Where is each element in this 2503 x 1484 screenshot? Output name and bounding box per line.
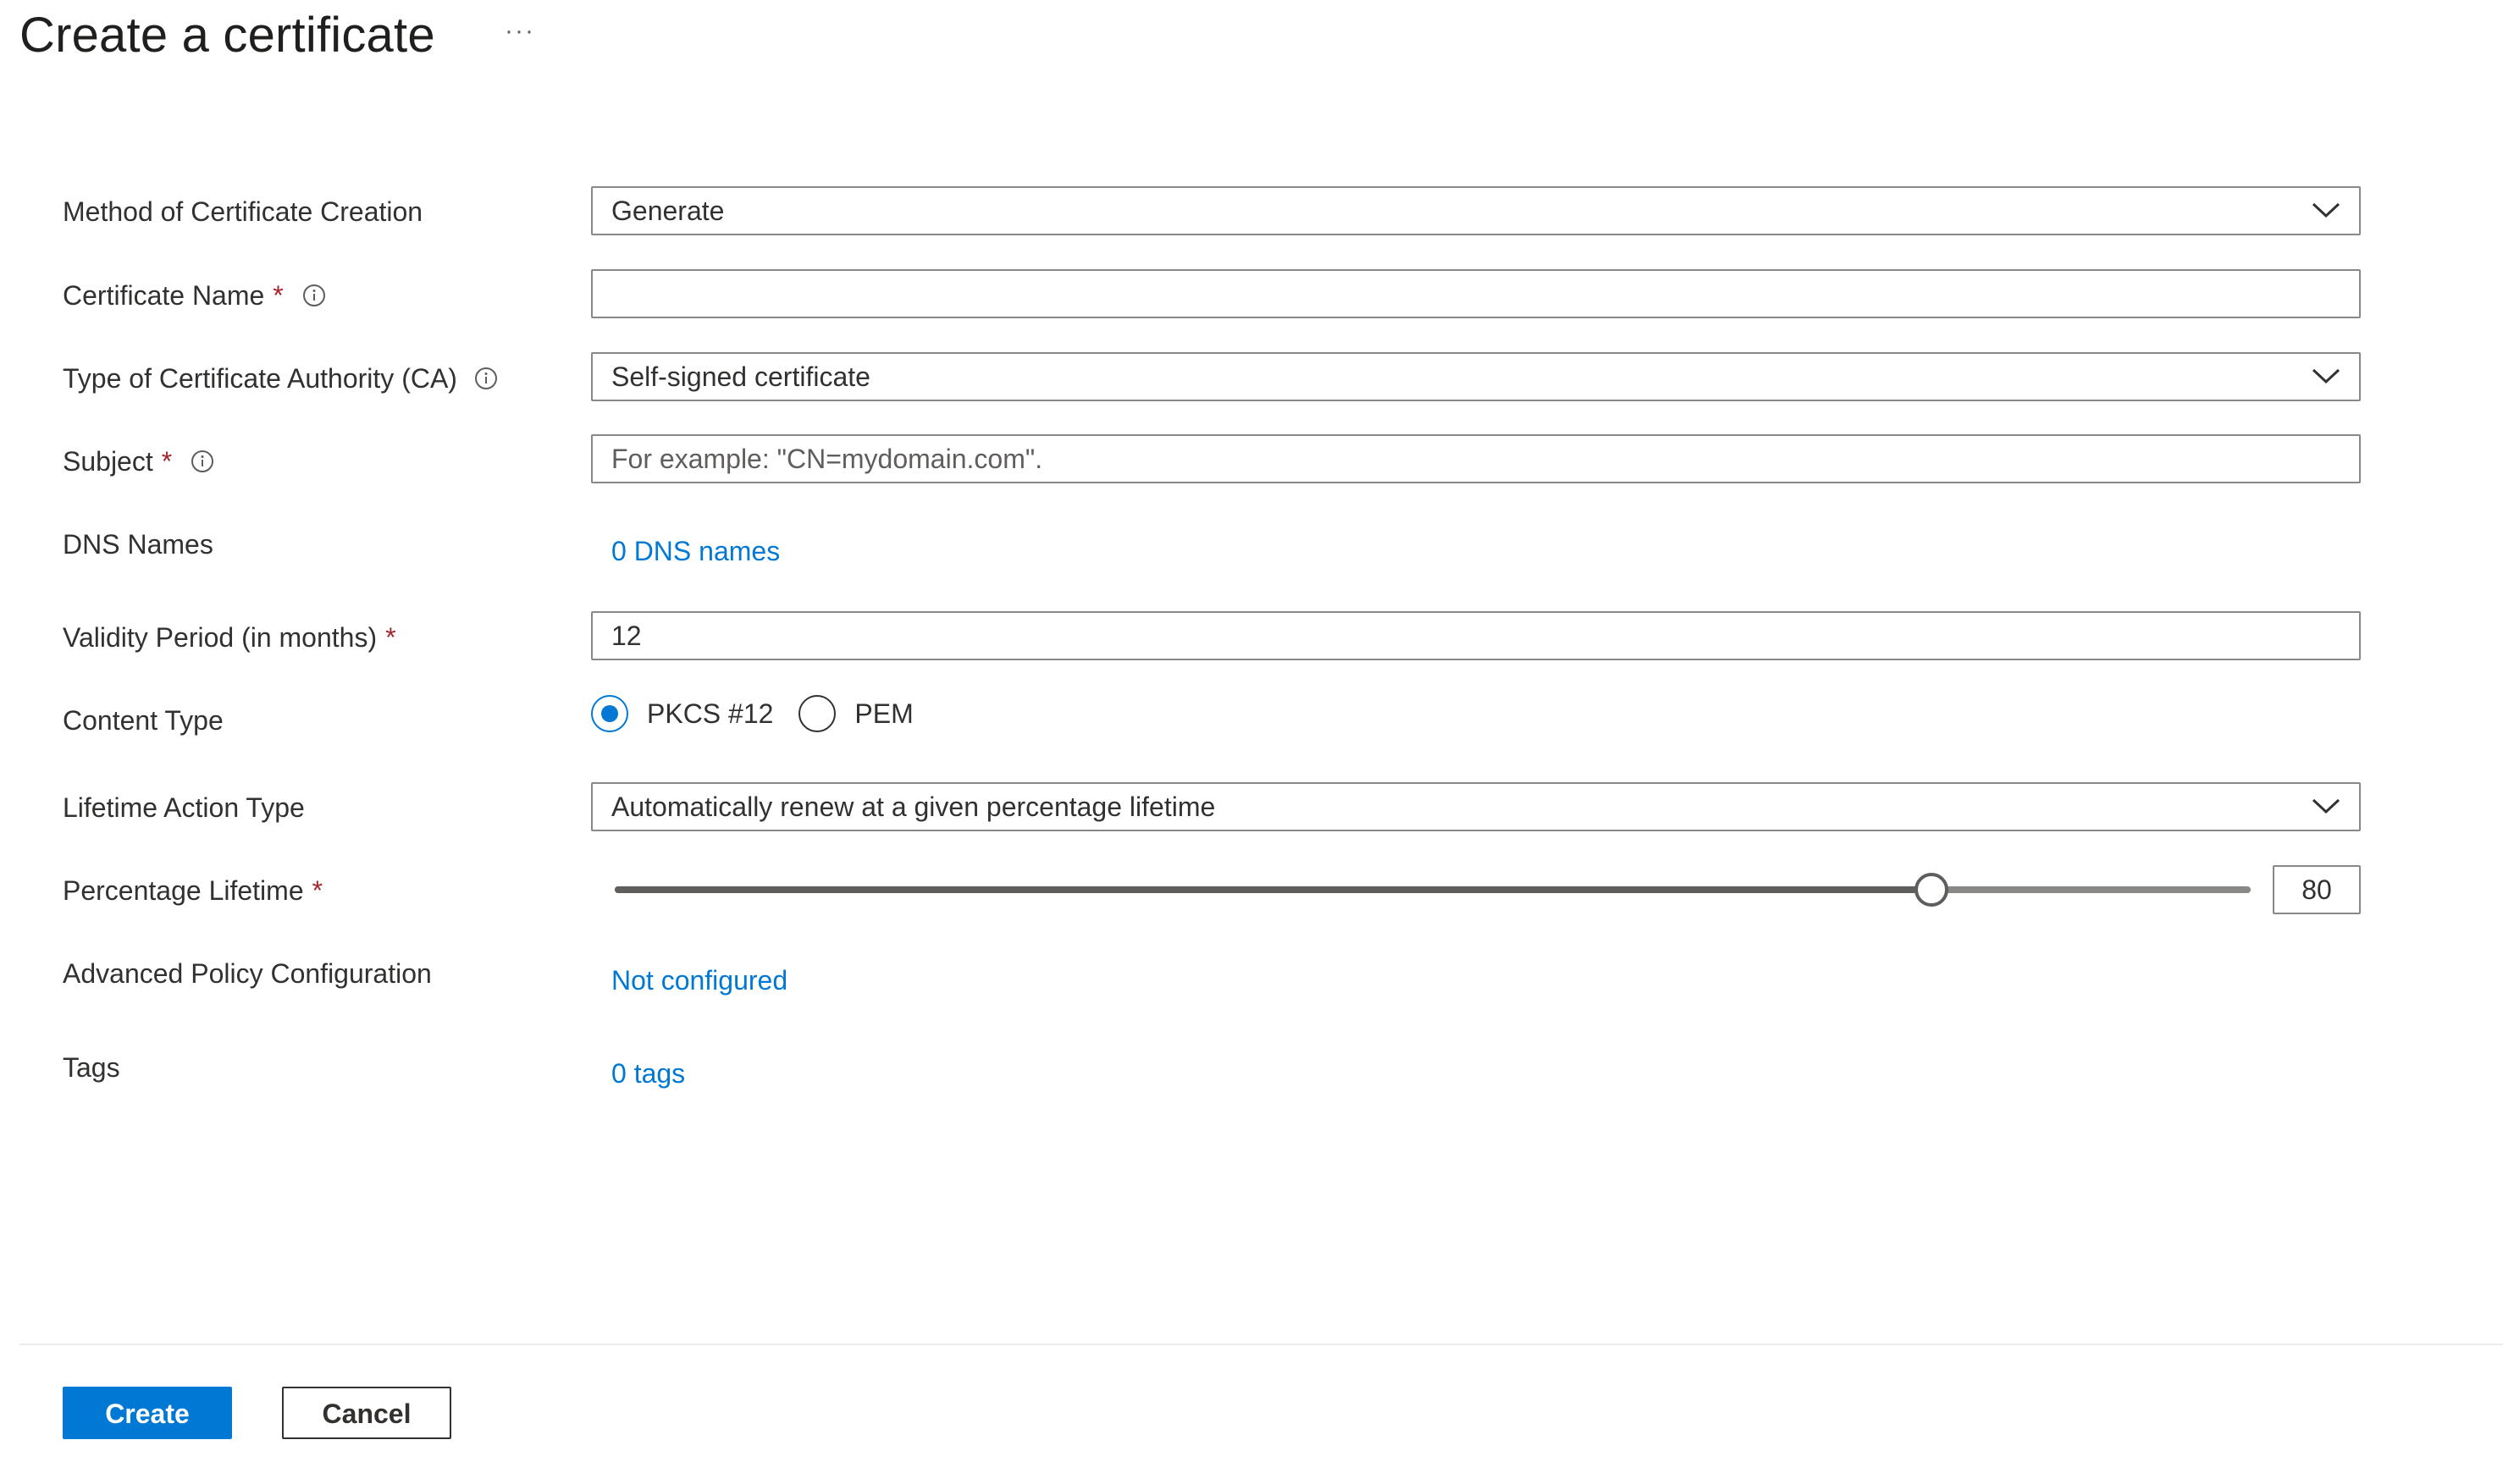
ca-type-label: Type of Certificate Authority (CA) <box>63 361 498 395</box>
ca-type-label-text: Type of Certificate Authority (CA) <box>63 363 457 394</box>
percentage-lifetime-label: Percentage Lifetime * <box>63 874 323 908</box>
percentage-lifetime-label-text: Percentage Lifetime <box>63 875 304 906</box>
validity-label: Validity Period (in months) * <box>63 621 396 654</box>
certificate-name-field[interactable] <box>593 271 2359 317</box>
cancel-button[interactable]: Cancel <box>282 1387 451 1439</box>
required-mark: * <box>273 280 284 311</box>
info-icon[interactable] <box>474 367 498 390</box>
percentage-value-box[interactable]: 80 <box>2273 865 2361 914</box>
footer-divider <box>19 1343 2503 1345</box>
lifetime-action-dropdown-value: Automatically renew at a given percentag… <box>611 792 1216 822</box>
chevron-down-icon <box>2312 368 2340 384</box>
advanced-policy-label: Advanced Policy Configuration <box>63 957 432 990</box>
radio-pkcs12-label: PKCS #12 <box>647 698 774 729</box>
lifetime-action-label: Lifetime Action Type <box>63 791 305 825</box>
lifetime-action-label-text: Lifetime Action Type <box>63 792 305 823</box>
required-mark: * <box>385 622 396 653</box>
required-mark: * <box>161 446 173 477</box>
certificate-name-label: Certificate Name * <box>63 279 326 312</box>
tags-label: Tags <box>63 1051 120 1084</box>
method-dropdown-value: Generate <box>611 196 725 226</box>
create-button[interactable]: Create <box>63 1387 232 1439</box>
content-type-radio-group: PKCS #12 PEM <box>591 693 939 734</box>
radio-pkcs12-circle[interactable] <box>591 695 628 732</box>
more-icon[interactable]: ··· <box>505 17 535 46</box>
validity-field[interactable] <box>593 613 2359 659</box>
content-type-label-text: Content Type <box>63 705 224 736</box>
subject-input[interactable] <box>591 434 2361 483</box>
method-label: Method of Certificate Creation <box>63 195 423 229</box>
dns-names-label: DNS Names <box>63 527 213 561</box>
content-type-label: Content Type <box>63 703 224 737</box>
required-mark: * <box>312 875 323 906</box>
info-icon[interactable] <box>191 450 214 473</box>
chevron-down-icon <box>2312 202 2340 218</box>
dns-names-label-text: DNS Names <box>63 529 213 560</box>
radio-pkcs12[interactable]: PKCS #12 <box>591 695 773 732</box>
validity-label-text: Validity Period (in months) <box>63 622 378 653</box>
advanced-policy-link[interactable]: Not configured <box>611 963 787 997</box>
tags-link[interactable]: 0 tags <box>611 1056 685 1090</box>
dns-names-link[interactable]: 0 DNS names <box>611 534 780 568</box>
ca-type-dropdown-value: Self-signed certificate <box>611 361 870 392</box>
method-dropdown[interactable]: Generate <box>591 186 2361 235</box>
percentage-slider-track[interactable] <box>615 873 2251 907</box>
advanced-policy-label-text: Advanced Policy Configuration <box>63 958 432 989</box>
subject-label: Subject * <box>63 444 214 478</box>
certificate-name-input[interactable] <box>591 269 2361 318</box>
validity-input[interactable] <box>591 611 2361 660</box>
radio-pem-label: PEM <box>854 698 914 729</box>
certificate-name-label-text: Certificate Name <box>63 280 265 311</box>
subject-field[interactable] <box>593 436 2359 482</box>
ca-type-dropdown[interactable]: Self-signed certificate <box>591 352 2361 401</box>
percentage-slider-thumb[interactable] <box>1915 873 1949 907</box>
chevron-down-icon <box>2312 798 2340 814</box>
page-title: Create a certificate <box>19 8 435 63</box>
subject-label-text: Subject <box>63 446 153 477</box>
percentage-slider-fill <box>615 886 1932 893</box>
lifetime-action-dropdown[interactable]: Automatically renew at a given percentag… <box>591 782 2361 831</box>
radio-pem-circle[interactable] <box>798 695 837 732</box>
info-icon[interactable] <box>302 284 326 307</box>
method-label-text: Method of Certificate Creation <box>63 196 423 227</box>
tags-label-text: Tags <box>63 1052 120 1083</box>
radio-pem[interactable]: PEM <box>798 695 914 732</box>
